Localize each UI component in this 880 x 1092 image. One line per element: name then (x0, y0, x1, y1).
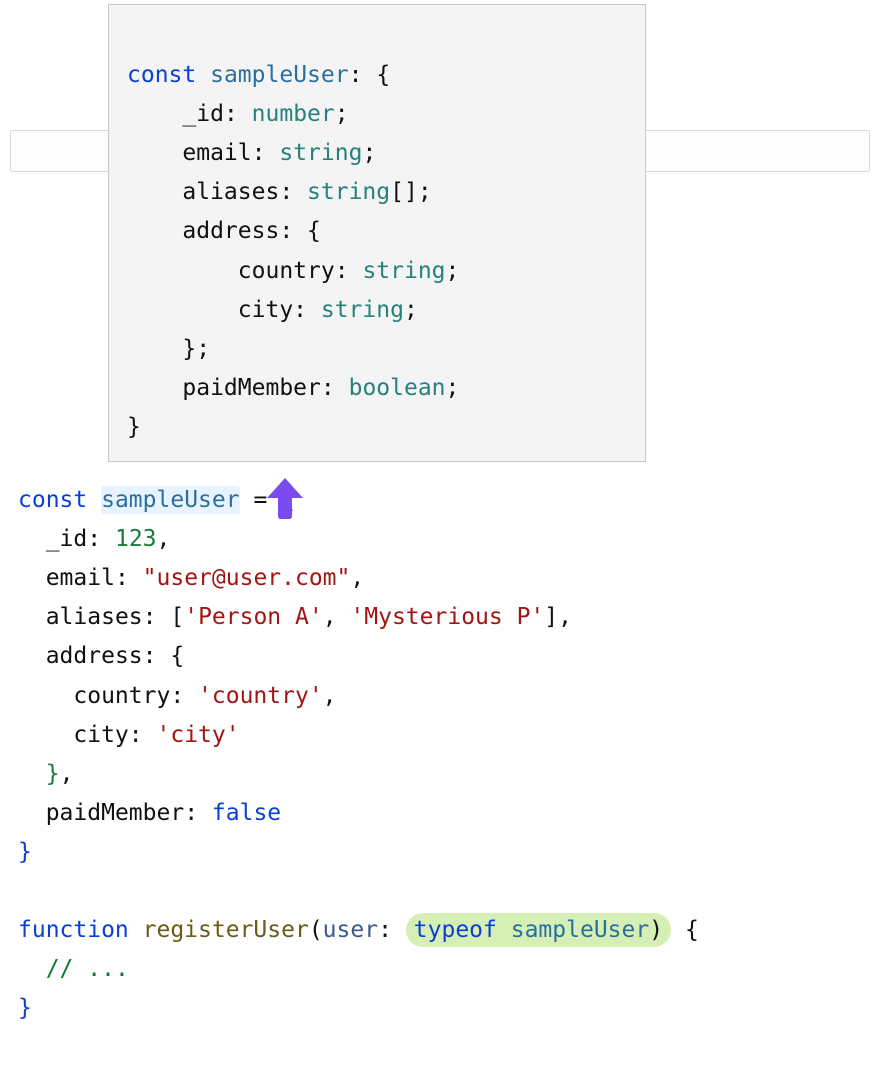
identifier-sampleuser[interactable]: sampleUser (101, 487, 239, 513)
tooltip-type-string: string (279, 140, 362, 166)
tooltip-type-number: number (252, 101, 335, 127)
tooltip-prop-paid: paidMember (182, 375, 320, 401)
prop-id: _id (46, 526, 88, 552)
typeof-highlight: typeof sampleUser) (406, 913, 671, 947)
comment: // ... (46, 956, 129, 982)
prop-paid: paidMember (46, 800, 184, 826)
prop-email: email (46, 565, 115, 591)
tooltip-prop-email: email (182, 140, 251, 166)
value-email: "user@user.com" (143, 565, 351, 591)
prop-aliases: aliases (46, 604, 143, 630)
function-name: registerUser (143, 917, 309, 943)
prop-address: address (46, 643, 143, 669)
prop-country: country (73, 683, 170, 709)
value-id: 123 (115, 526, 157, 552)
tooltip-type-boolean: boolean (349, 375, 446, 401)
code-editor[interactable]: const sampleUser = { _id: 123, email: "u… (18, 442, 699, 1028)
tooltip-identifier: sampleUser (210, 62, 348, 88)
tooltip-prop-aliases: aliases (182, 179, 279, 205)
tooltip-prop-city: city (238, 297, 293, 323)
value-false: false (212, 800, 281, 826)
prop-city: city (73, 722, 128, 748)
keyword-function: function (18, 917, 129, 943)
keyword-const: const (127, 62, 196, 88)
type-tooltip: const sampleUser: { _id: number; email: … (108, 4, 646, 462)
tooltip-prop-country: country (238, 258, 335, 284)
keyword-const: const (18, 487, 87, 513)
tooltip-prop-id: _id (182, 101, 224, 127)
tooltip-type-string-arr: string (307, 179, 390, 205)
param-user: user (323, 917, 378, 943)
tooltip-prop-address: address (182, 218, 279, 244)
